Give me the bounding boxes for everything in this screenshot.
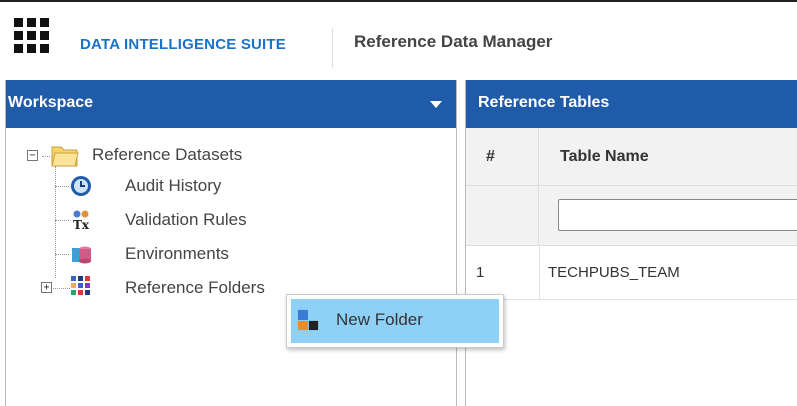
- new-folder-icon: [297, 309, 319, 331]
- tree-connector: [55, 186, 69, 187]
- menu-item-label: New Folder: [336, 310, 423, 329]
- column-header-table-name[interactable]: Table Name: [540, 128, 797, 186]
- tree-item-label: Validation Rules: [125, 210, 247, 229]
- reference-tables-header: Reference Tables: [466, 80, 797, 128]
- table-header-row: # Table Name: [466, 128, 797, 186]
- validation-rules-icon: Tx: [73, 210, 90, 231]
- tree-item-environments[interactable]: Environments: [125, 239, 229, 269]
- clock-icon: [71, 176, 91, 196]
- tree-connector: [55, 254, 69, 255]
- blocks-icon: [71, 276, 90, 295]
- database-icon: [72, 246, 91, 264]
- workspace-title: Workspace: [8, 94, 94, 111]
- table-name-filter-input[interactable]: [558, 199, 797, 231]
- tree-connector: [55, 220, 69, 221]
- header-divider: [332, 28, 333, 68]
- app-header: DATA INTELLIGENCE SUITE Reference Data M…: [0, 0, 797, 78]
- column-header-number[interactable]: #: [466, 128, 539, 186]
- filter-cell-number: [466, 186, 539, 246]
- context-menu: New Folder: [286, 294, 504, 348]
- tree-item-reference-datasets[interactable]: Reference Datasets: [92, 140, 242, 170]
- expand-toggle[interactable]: +: [41, 282, 52, 293]
- workspace-tree: − Reference Datasets Audit History Tx Va…: [6, 128, 456, 406]
- row-number: 1: [476, 264, 485, 281]
- reference-tables-panel: Reference Tables # Table Name 1 TECHPUBS…: [465, 80, 797, 406]
- filter-row: [466, 186, 797, 246]
- collapse-toggle[interactable]: −: [27, 150, 38, 161]
- folder-icon: [51, 146, 79, 167]
- cell-divider: [539, 246, 540, 300]
- caret-down-icon[interactable]: [430, 101, 442, 108]
- apps-grid-icon[interactable]: [14, 18, 50, 54]
- svg-text:Tx: Tx: [73, 218, 90, 231]
- tree-item-reference-folders[interactable]: Reference Folders: [125, 273, 265, 303]
- tree-item-audit-history[interactable]: Audit History: [125, 171, 221, 201]
- tree-item-label: Environments: [125, 244, 229, 263]
- brand-name[interactable]: DATA INTELLIGENCE SUITE: [80, 36, 286, 53]
- menu-item-new-folder[interactable]: New Folder: [291, 299, 499, 343]
- row-table-name[interactable]: TECHPUBS_TEAM: [548, 264, 680, 281]
- workspace-header[interactable]: Workspace: [6, 80, 456, 128]
- tree-item-label: Audit History: [125, 176, 222, 195]
- table-row[interactable]: 1 TECHPUBS_TEAM: [466, 246, 797, 300]
- reference-tables-title: Reference Tables: [478, 94, 610, 111]
- module-title: Reference Data Manager: [354, 32, 553, 51]
- tree-item-validation-rules[interactable]: Validation Rules: [125, 205, 247, 235]
- workspace-panel: Workspace − Reference Datasets Audit His…: [5, 80, 457, 406]
- tree-item-label: Reference Datasets: [92, 145, 243, 164]
- tree-connector: [55, 166, 56, 278]
- tree-item-label: Reference Folders: [125, 278, 265, 297]
